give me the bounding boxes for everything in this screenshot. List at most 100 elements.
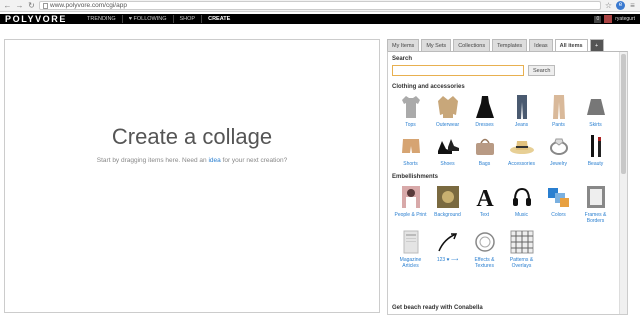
polyvore-logo[interactable]: POLYVORE — [5, 14, 67, 24]
category-jeans[interactable]: Jeans — [503, 93, 540, 128]
category-label: Skirts — [589, 122, 602, 128]
magazine-thumbnail — [396, 228, 426, 256]
star-icon[interactable]: ☆ — [604, 1, 613, 10]
category-label: Dresses — [475, 122, 494, 128]
extension-icon[interactable]: e — [616, 1, 625, 10]
nav-trending[interactable]: TRENDING — [81, 15, 122, 23]
category-label: Patterns & Overlays — [509, 257, 534, 269]
category-shoes[interactable]: Shoes — [429, 132, 466, 167]
skirts-thumbnail — [581, 93, 611, 121]
search-input[interactable] — [392, 65, 524, 76]
category-label: Accessories — [508, 161, 535, 167]
category-label: Magazine Articles — [399, 257, 422, 269]
notification-count[interactable]: 0 — [594, 15, 602, 23]
people-print-thumbnail — [396, 183, 426, 211]
category-patterns-overlays[interactable]: Patterns & Overlays — [503, 228, 540, 269]
tab-collections[interactable]: Collections — [453, 39, 491, 51]
headphones-icon — [507, 183, 537, 211]
background-thumbnail — [433, 183, 463, 211]
bags-thumbnail — [470, 132, 500, 160]
frame-icon — [581, 183, 611, 211]
category-label: Shoes — [440, 161, 455, 167]
category-label: Shorts — [403, 161, 418, 167]
shorts-thumbnail — [396, 132, 426, 160]
category-bags[interactable]: Bags — [466, 132, 503, 167]
category-people-print[interactable]: People & Print — [392, 183, 429, 224]
category-label: Text — [479, 212, 490, 218]
tab-ideas[interactable]: Ideas — [529, 39, 553, 51]
tab-my-sets[interactable]: My Sets — [421, 39, 452, 51]
category-label: Bags — [478, 161, 491, 167]
category-accessories[interactable]: Accessories — [503, 132, 540, 167]
category-label: Frames & Borders — [584, 212, 607, 224]
category-doodles[interactable]: 123 ♥ ⟶ — [429, 228, 466, 269]
nav-shop[interactable]: SHOP — [172, 15, 202, 23]
jeans-thumbnail — [507, 93, 537, 121]
category-pants[interactable]: Pants — [540, 93, 577, 128]
category-dresses[interactable]: Dresses — [466, 93, 503, 128]
items-panel: My Items My Sets Collections Templates I… — [387, 39, 628, 315]
tab-all-items[interactable]: All items — [554, 39, 588, 51]
category-label: Effects & Textures — [474, 257, 495, 269]
main-nav: TRENDING ♥ FOLLOWING SHOP CREATE — [81, 15, 236, 23]
canvas-title: Create a collage — [111, 124, 273, 149]
scrollbar-thumb[interactable] — [621, 54, 626, 174]
category-label: Tops — [405, 122, 416, 128]
category-outerwear[interactable]: Outerwear — [429, 93, 466, 128]
tab-my-items[interactable]: My Items — [387, 39, 420, 51]
category-label: Music — [514, 212, 529, 218]
category-music[interactable]: Music — [503, 183, 540, 224]
forward-icon[interactable]: → — [15, 1, 24, 10]
add-tab-button[interactable]: + — [589, 39, 604, 51]
category-shorts[interactable]: Shorts — [392, 132, 429, 167]
dresses-thumbnail — [470, 93, 500, 121]
category-effects-textures[interactable]: Effects & Textures — [466, 228, 503, 269]
category-label: Pants — [552, 122, 565, 128]
avatar[interactable] — [604, 15, 613, 23]
text-thumbnail: A — [470, 183, 500, 211]
category-magazine-articles[interactable]: Magazine Articles — [392, 228, 429, 269]
tops-thumbnail — [396, 93, 426, 121]
patterns-thumbnail — [507, 228, 537, 256]
outerwear-thumbnail — [433, 93, 463, 121]
collage-canvas[interactable]: Create a collage Start by dragging items… — [4, 39, 380, 313]
address-bar[interactable]: www.polyvore.com/cgi/app — [39, 1, 601, 10]
page-icon — [43, 2, 48, 9]
category-colors[interactable]: Colors — [540, 183, 577, 224]
category-frames-borders[interactable]: Frames & Borders — [577, 183, 614, 224]
back-icon[interactable]: ← — [3, 1, 12, 10]
menu-icon[interactable]: ≡ — [628, 1, 637, 10]
subtitle-text-after: for your next creation? — [220, 157, 288, 164]
category-label: Beauty — [587, 161, 604, 167]
nav-create[interactable]: CREATE — [201, 15, 236, 23]
subtitle-text-before: Start by dragging items here. Need an — [96, 157, 209, 164]
nav-following[interactable]: ♥ FOLLOWING — [121, 15, 173, 23]
reload-icon[interactable]: ↻ — [27, 1, 36, 10]
category-jewelry[interactable]: Jewelry — [540, 132, 577, 167]
tab-templates[interactable]: Templates — [492, 39, 528, 51]
category-label: 123 ♥ ⟶ — [436, 257, 459, 263]
username[interactable]: ryategurt — [615, 16, 635, 22]
arrow-icon — [433, 228, 463, 256]
category-label: Jewelry — [550, 161, 567, 167]
category-background[interactable]: Background — [429, 183, 466, 224]
svg-text:A: A — [476, 186, 494, 209]
category-label: Background — [434, 212, 461, 218]
idea-link[interactable]: idea — [208, 157, 220, 164]
category-tops[interactable]: Tops — [392, 93, 429, 128]
site-header: POLYVORE TRENDING ♥ FOLLOWING SHOP CREAT… — [0, 14, 640, 24]
jewelry-thumbnail — [544, 132, 574, 160]
search-title: Search — [392, 56, 413, 62]
clothing-grid: Tops Outerwear Dresses Jeans Pants Skirt… — [392, 93, 623, 167]
promo-text[interactable]: Get beach ready with Conabella — [392, 305, 483, 311]
embellishments-title: Embellishments — [392, 174, 439, 180]
category-skirts[interactable]: Skirts — [577, 93, 614, 128]
pants-thumbnail — [544, 93, 574, 121]
url-text: www.polyvore.com/cgi/app — [50, 1, 127, 9]
category-text[interactable]: A Text — [466, 183, 503, 224]
effects-thumbnail — [470, 228, 500, 256]
search-button[interactable]: Search — [528, 65, 556, 76]
panel-scrollbar[interactable] — [619, 52, 627, 314]
panel-tabs: My Items My Sets Collections Templates I… — [387, 39, 628, 51]
category-beauty[interactable]: Beauty — [577, 132, 614, 167]
